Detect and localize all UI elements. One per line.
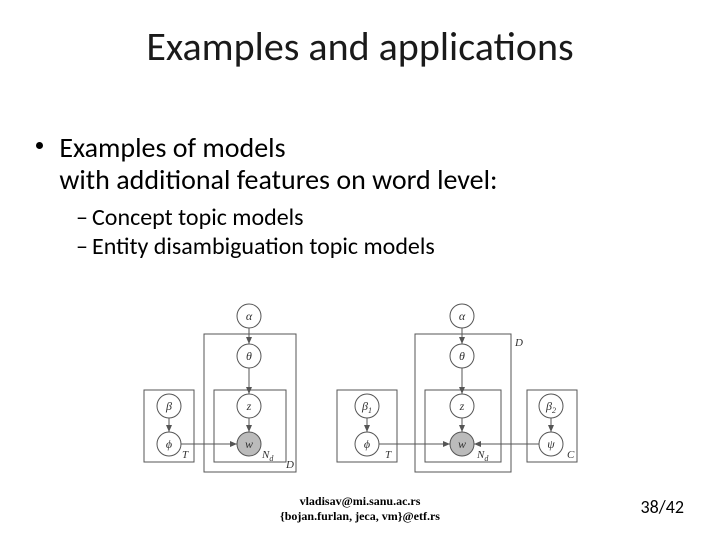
- sub-bullet-1: –Concept topic models: [76, 204, 684, 233]
- page-indicator: 38/42: [641, 496, 684, 518]
- diagram-row: D Nd T α θ z w β ϕ: [0, 298, 720, 478]
- label-theta: θ: [459, 349, 465, 363]
- footer-email-2: {bojan.furlan, jeca, vm}@etf.rs: [0, 509, 720, 524]
- label-Nd: Nd: [261, 449, 274, 463]
- dash-icon: –: [76, 233, 92, 262]
- label-alpha: α: [459, 309, 466, 323]
- label-w: w: [245, 437, 253, 451]
- label-T: T: [182, 449, 189, 461]
- sub-bullet-2-text: Entity disambiguation topic models: [92, 232, 435, 261]
- label-w: w: [458, 437, 466, 451]
- sub-bullets: –Concept topic models –Entity disambigua…: [76, 204, 684, 262]
- label-beta: β: [165, 399, 172, 413]
- label-phi: ϕ: [166, 437, 172, 451]
- slide-body: Examples of models with additional featu…: [36, 132, 684, 262]
- label-D: D: [514, 337, 523, 349]
- label-Nd: Nd: [476, 449, 489, 463]
- footer-emails: vladisav@mi.sanu.ac.rs {bojan.furlan, je…: [0, 494, 720, 524]
- label-T: T: [385, 449, 392, 461]
- diagram-right: D Nd T C α θ z w β1 ϕ: [329, 298, 584, 478]
- bullet-dot-icon: [36, 142, 43, 149]
- label-alpha: α: [246, 309, 253, 323]
- slide-title: Examples and applications: [0, 22, 720, 71]
- bullet-text-line1: Examples of models: [59, 130, 285, 165]
- sub-bullet-2: –Entity disambiguation topic models: [76, 233, 684, 262]
- bullet-text-wrap: Examples of models with additional featu…: [59, 132, 497, 196]
- bullet-level1: Examples of models with additional featu…: [36, 132, 684, 196]
- bullet-text-line2: with additional features on word level:: [59, 162, 497, 197]
- label-C: C: [567, 449, 575, 461]
- diagram-left: D Nd T α θ z w β ϕ: [136, 298, 311, 478]
- label-theta: θ: [246, 349, 252, 363]
- label-z: z: [458, 399, 464, 413]
- label-z: z: [246, 399, 252, 413]
- dash-icon: –: [76, 204, 92, 233]
- footer-email-1: vladisav@mi.sanu.ac.rs: [0, 494, 720, 509]
- label-psi: ψ: [547, 437, 555, 451]
- slide: Examples and applications Examples of mo…: [0, 0, 720, 540]
- label-phi: ϕ: [364, 437, 370, 451]
- sub-bullet-1-text: Concept topic models: [92, 203, 304, 232]
